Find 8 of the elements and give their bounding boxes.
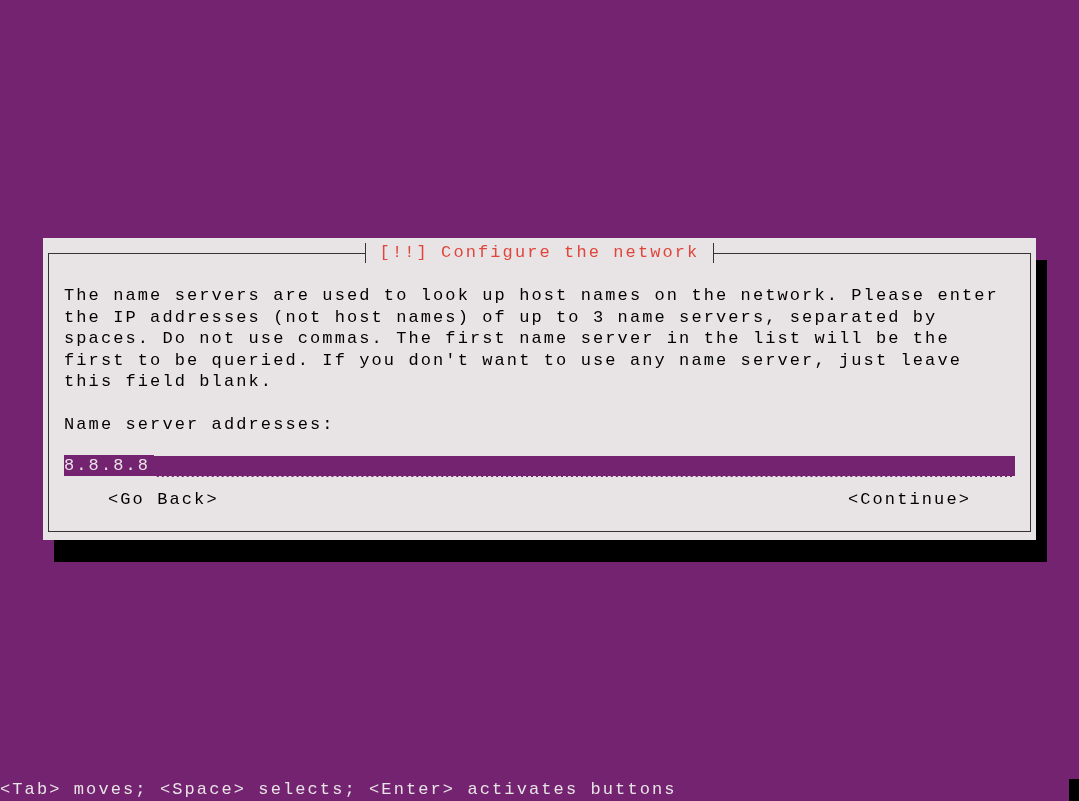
input-field[interactable]: 8.8.8.8	[64, 456, 1015, 477]
description-text: The name servers are used to look up host names on the network. Please enter the IP addresses (not host names) of up to 3 name servers, separated by spaces. Do not use commas. The first name server in the list will be the first to be queried. If you don't want to use any name server, just leave this field blank.	[64, 285, 1000, 393]
text-cursor	[1069, 779, 1079, 801]
status-bar-text: <Tab> moves; <Space> selects; <Enter> activates buttons	[0, 778, 677, 801]
dialog-button[interactable]: <Go Back>	[108, 489, 219, 511]
field-label: Name server addresses:	[64, 413, 336, 435]
dialog-button[interactable]: <Continue>	[847, 489, 971, 511]
dialog-title: [!!] Configure the network	[379, 243, 700, 263]
